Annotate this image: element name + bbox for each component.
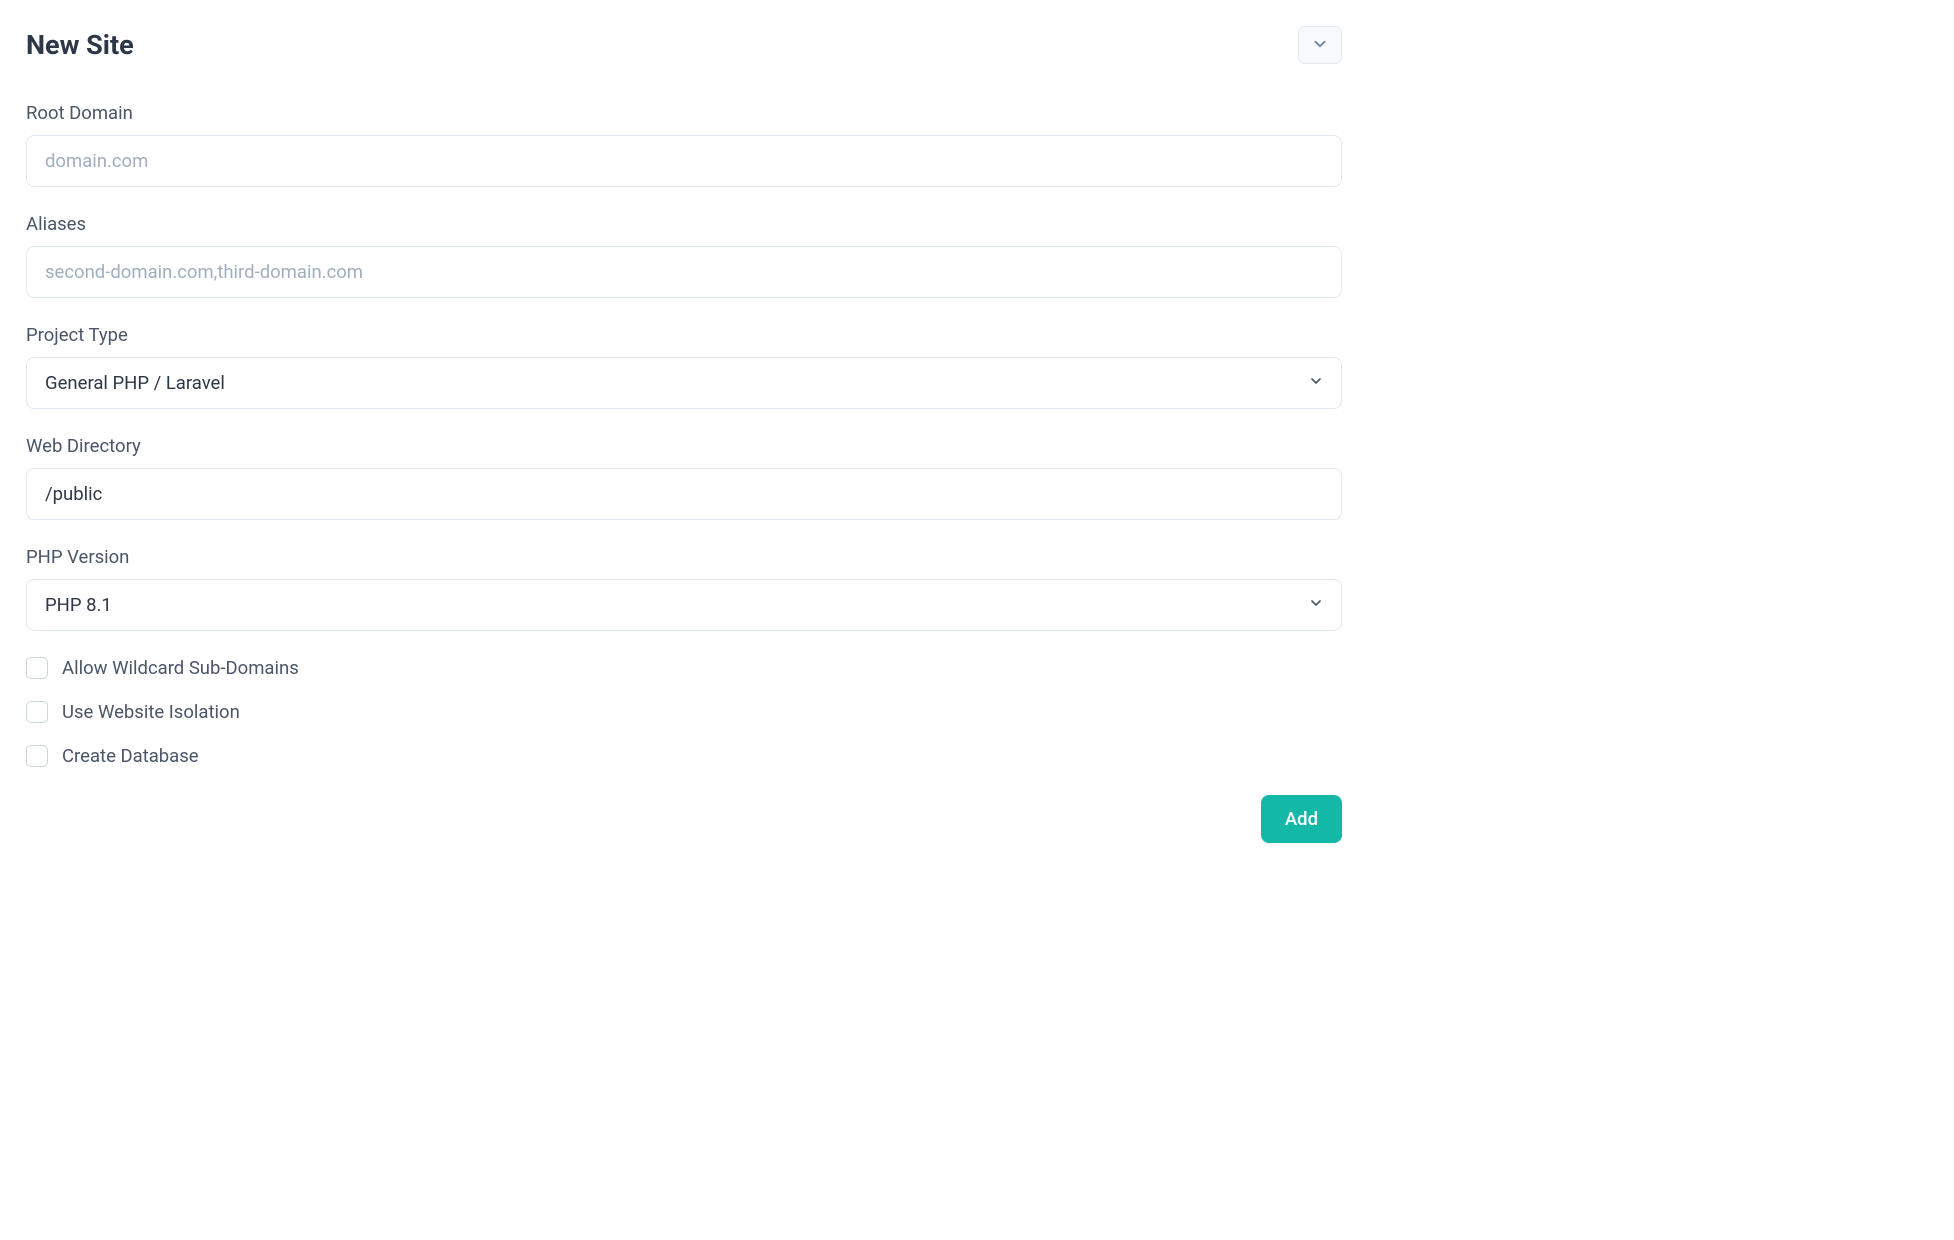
database-checkbox-label[interactable]: Create Database <box>62 745 199 767</box>
project-type-select[interactable]: General PHP / Laravel <box>26 357 1342 409</box>
collapse-button[interactable] <box>1298 26 1342 64</box>
root-domain-group: Root Domain <box>26 102 1342 187</box>
project-type-label: Project Type <box>26 324 1342 346</box>
aliases-label: Aliases <box>26 213 1342 235</box>
aliases-group: Aliases <box>26 213 1342 298</box>
wildcard-checkbox-group: Allow Wildcard Sub-Domains <box>26 657 1342 679</box>
add-button[interactable]: Add <box>1261 795 1342 843</box>
page-header: New Site <box>26 26 1342 64</box>
php-version-group: PHP Version PHP 8.1 <box>26 546 1342 631</box>
database-checkbox-group: Create Database <box>26 745 1342 767</box>
root-domain-input[interactable] <box>26 135 1342 187</box>
root-domain-label: Root Domain <box>26 102 1342 124</box>
isolation-checkbox-label[interactable]: Use Website Isolation <box>62 701 240 723</box>
php-version-label: PHP Version <box>26 546 1342 568</box>
wildcard-checkbox-label[interactable]: Allow Wildcard Sub-Domains <box>62 657 299 679</box>
button-row: Add <box>26 795 1342 843</box>
checkboxes-section: Allow Wildcard Sub-Domains Use Website I… <box>26 657 1342 767</box>
aliases-input[interactable] <box>26 246 1342 298</box>
database-checkbox[interactable] <box>26 745 48 767</box>
web-directory-group: Web Directory <box>26 435 1342 520</box>
wildcard-checkbox[interactable] <box>26 657 48 679</box>
isolation-checkbox[interactable] <box>26 701 48 723</box>
page-title: New Site <box>26 29 134 61</box>
isolation-checkbox-group: Use Website Isolation <box>26 701 1342 723</box>
chevron-down-icon <box>1311 35 1329 56</box>
web-directory-label: Web Directory <box>26 435 1342 457</box>
project-type-group: Project Type General PHP / Laravel <box>26 324 1342 409</box>
php-version-select[interactable]: PHP 8.1 <box>26 579 1342 631</box>
web-directory-input[interactable] <box>26 468 1342 520</box>
